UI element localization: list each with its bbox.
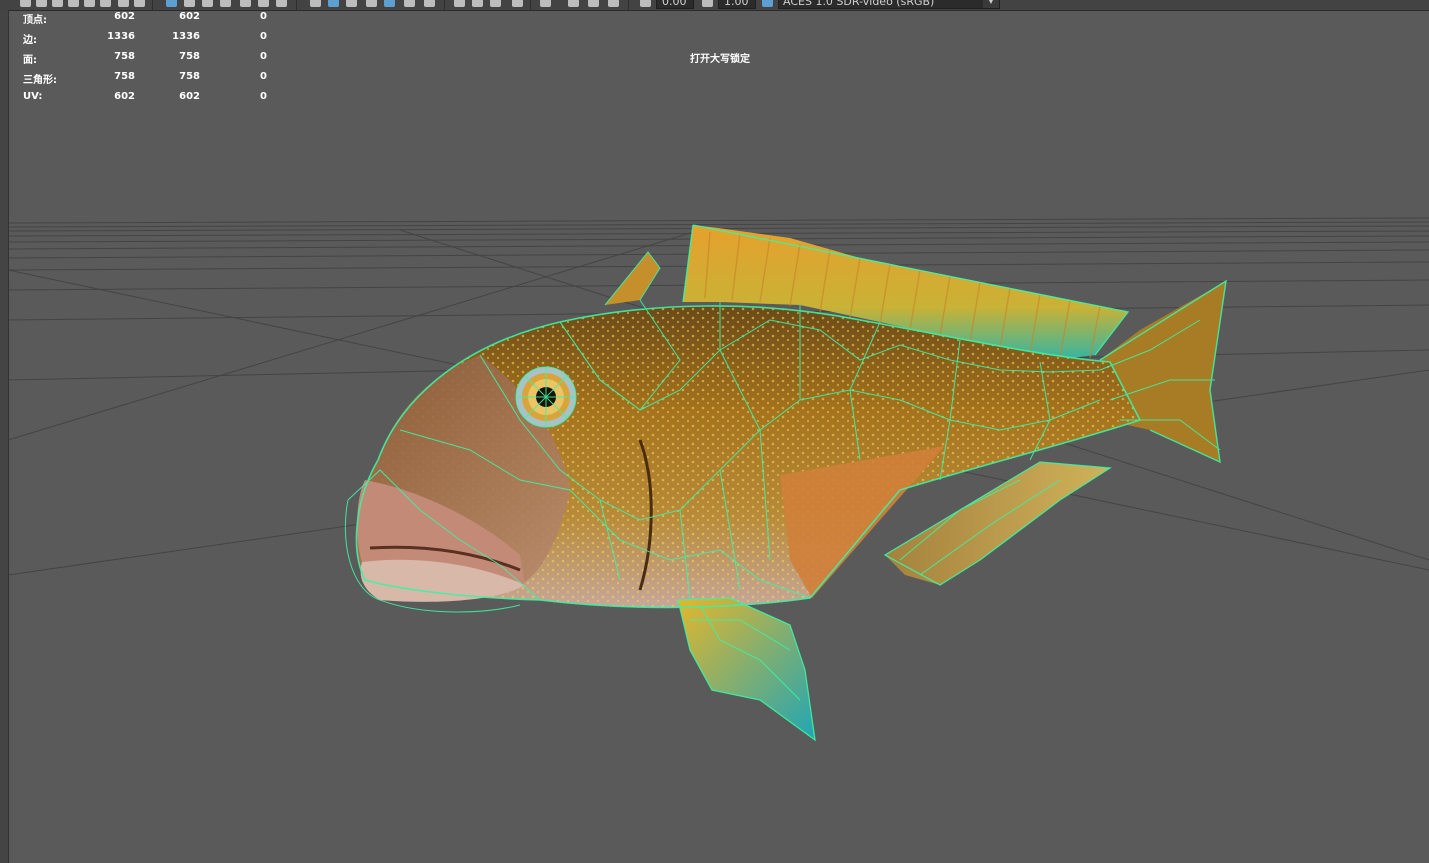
textured-icon[interactable] [384,0,395,7]
motion-blur-icon[interactable] [472,0,483,7]
wireframe-icon[interactable] [310,0,321,7]
snapshot-icon[interactable] [568,0,579,7]
hud-value: 1336 [107,31,135,42]
film-gate-icon[interactable] [184,0,195,7]
gamma-icon[interactable] [702,0,713,7]
shadows-icon[interactable] [424,0,435,7]
hud-value: 0 [260,71,267,82]
film-icon[interactable] [52,0,63,7]
hud-value: 602 [114,91,135,102]
default-material-icon[interactable] [346,0,357,7]
viewport-left-edge [0,10,9,863]
hud-label: 边: [23,35,37,46]
caps-lock-message: 打开大写锁定 [690,54,750,65]
gamma-field[interactable]: 1.00 [718,0,756,9]
lights-icon[interactable] [404,0,415,7]
image-plane-icon[interactable] [134,0,145,7]
hud-value: 602 [179,11,200,22]
exposure-field[interactable]: 0.00 [656,0,694,9]
grid-toggle-icon[interactable] [166,0,177,7]
gate-mask-icon[interactable] [220,0,231,7]
viewport-toolbar: 0.00 1.00 ACES 1.0 SDR-video (sRGB) ▼ [0,0,1429,11]
isolate-icon[interactable] [512,0,523,7]
field-chart-icon[interactable] [240,0,251,7]
hud-value: 602 [114,11,135,22]
color-space-label: ACES 1.0 SDR-video (sRGB) [783,0,935,8]
hud-value: 0 [260,91,267,102]
ambient-occlusion-icon[interactable] [454,0,465,7]
bookmark-icon[interactable] [84,0,95,7]
lock-camera-icon[interactable] [118,0,129,7]
lock-icon[interactable] [100,0,111,7]
hud-value: 0 [260,51,267,62]
hud-label: 三角形: [23,75,57,86]
safe-action-icon[interactable] [258,0,269,7]
hud-value: 602 [179,91,200,102]
select-camera-icon[interactable] [68,0,79,7]
fish-model[interactable] [356,225,1226,740]
aa-icon[interactable] [490,0,501,7]
viewport[interactable] [0,0,1429,863]
smooth-shade-icon[interactable] [328,0,339,7]
hud-label: 面: [23,55,37,66]
color-management-icon[interactable] [762,0,773,7]
hud-icon[interactable] [608,0,619,7]
hud-value: 758 [179,51,200,62]
hud-label: 顶点: [23,15,47,26]
playblast-icon[interactable] [588,0,599,7]
chevron-down-icon: ▼ [983,0,999,8]
wireframe-on-shaded-icon[interactable] [366,0,377,7]
safe-title-icon[interactable] [276,0,287,7]
hud-value: 1336 [172,31,200,42]
hud-value: 758 [114,71,135,82]
hud-value: 758 [179,71,200,82]
hud-value: 0 [260,11,267,22]
hud-label: UV: [23,91,43,102]
resolution-gate-icon[interactable] [202,0,213,7]
hud-value: 0 [260,31,267,42]
xray-icon[interactable] [540,0,551,7]
color-space-dropdown[interactable]: ACES 1.0 SDR-video (sRGB) ▼ [778,0,1000,9]
camera-icon[interactable] [20,0,31,7]
exposure-icon[interactable] [640,0,651,7]
hud-value: 758 [114,51,135,62]
grid-icon[interactable] [36,0,47,7]
